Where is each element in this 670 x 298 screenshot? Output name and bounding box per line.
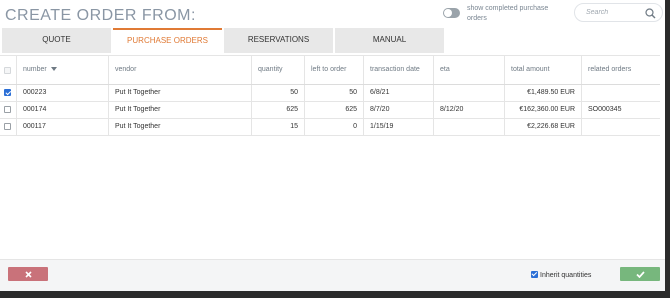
purchase-orders-table: number vendor quantity left to order tra… — [0, 55, 660, 136]
dialog-footer: Inherit quantities — [0, 259, 665, 291]
cancel-button[interactable] — [8, 267, 48, 281]
tab-manual[interactable]: MANUAL — [335, 28, 444, 53]
sort-desc-icon — [50, 67, 57, 72]
search-input[interactable] — [586, 7, 642, 18]
column-header-vendor[interactable]: vendor — [109, 56, 252, 84]
search-icon[interactable] — [645, 8, 656, 19]
dialog-title: CREATE ORDER FROM: — [5, 7, 196, 24]
tab-quote[interactable]: QUOTE — [2, 28, 111, 53]
toggle-knob — [444, 9, 452, 17]
row-select-cell — [0, 119, 17, 135]
row-select-cell — [0, 85, 17, 101]
tab-purchase-orders[interactable]: PURCHASE ORDERS — [113, 28, 222, 53]
cell-number: 000174 — [17, 102, 109, 118]
checkmark-icon — [635, 270, 645, 278]
cell-transaction-date: 8/7/20 — [364, 102, 434, 118]
cell-eta — [434, 119, 505, 135]
column-header-left-to-order[interactable]: left to order — [305, 56, 364, 84]
confirm-button[interactable] — [620, 267, 660, 281]
table-row[interactable]: 000174 Put It Together 625 625 8/7/20 8/… — [0, 102, 660, 119]
table-row[interactable]: 000223 Put It Together 50 50 6/8/21 €1,4… — [0, 85, 660, 102]
create-order-dialog: CREATE ORDER FROM: show completed purcha… — [0, 0, 665, 291]
inherit-quantities-label: Inherit quantities — [540, 272, 592, 279]
inherit-quantities-checkbox[interactable] — [531, 271, 538, 278]
cell-eta — [434, 85, 505, 101]
search-box[interactable] — [574, 3, 663, 22]
cell-left-to-order: 50 — [305, 85, 364, 101]
cell-total-amount: €2,226.68 EUR — [505, 119, 582, 135]
inherit-quantities-option[interactable]: Inherit quantities — [531, 271, 591, 279]
cell-related-orders — [582, 85, 660, 101]
show-completed-label: show completed purchase orders — [467, 5, 549, 22]
select-all-checkbox[interactable] — [4, 67, 11, 74]
column-header-quantity[interactable]: quantity — [252, 56, 305, 84]
cell-total-amount: €162,360.00 EUR — [505, 102, 582, 118]
cell-quantity: 625 — [252, 102, 305, 118]
cell-total-amount: €1,489.50 EUR — [505, 85, 582, 101]
row-select-cell — [0, 102, 17, 118]
cell-eta: 8/12/20 — [434, 102, 505, 118]
cell-quantity: 50 — [252, 85, 305, 101]
column-header-number[interactable]: number — [17, 56, 109, 84]
cell-vendor: Put It Together — [109, 119, 252, 135]
column-header-transaction-date[interactable]: transaction date — [364, 56, 434, 84]
cell-vendor: Put It Together — [109, 85, 252, 101]
cell-transaction-date: 6/8/21 — [364, 85, 434, 101]
column-header-total-amount[interactable]: total amount — [505, 56, 582, 84]
column-header-related-orders[interactable]: related orders — [582, 56, 660, 84]
source-tabs: QUOTE PURCHASE ORDERS RESERVATIONS MANUA… — [2, 28, 445, 53]
cell-left-to-order: 625 — [305, 102, 364, 118]
row-checkbox[interactable] — [4, 123, 11, 130]
cell-number: 000223 — [17, 85, 109, 101]
cell-quantity: 15 — [252, 119, 305, 135]
table-row[interactable]: 000117 Put It Together 15 0 1/15/19 €2,2… — [0, 119, 660, 136]
table-header-row: number vendor quantity left to order tra… — [0, 56, 660, 85]
cell-related-orders[interactable]: SO000345 — [582, 102, 660, 118]
close-icon — [24, 270, 32, 278]
select-all-cell — [0, 56, 17, 84]
column-header-eta[interactable]: eta — [434, 56, 505, 84]
cell-vendor: Put It Together — [109, 102, 252, 118]
row-checkbox[interactable] — [4, 106, 11, 113]
row-checkbox[interactable] — [4, 89, 11, 96]
cell-transaction-date: 1/15/19 — [364, 119, 434, 135]
window-edge — [665, 0, 670, 298]
tab-reservations[interactable]: RESERVATIONS — [224, 28, 333, 53]
cell-number: 000117 — [17, 119, 109, 135]
show-completed-toggle[interactable] — [443, 8, 460, 18]
cell-left-to-order: 0 — [305, 119, 364, 135]
cell-related-orders — [582, 119, 660, 135]
